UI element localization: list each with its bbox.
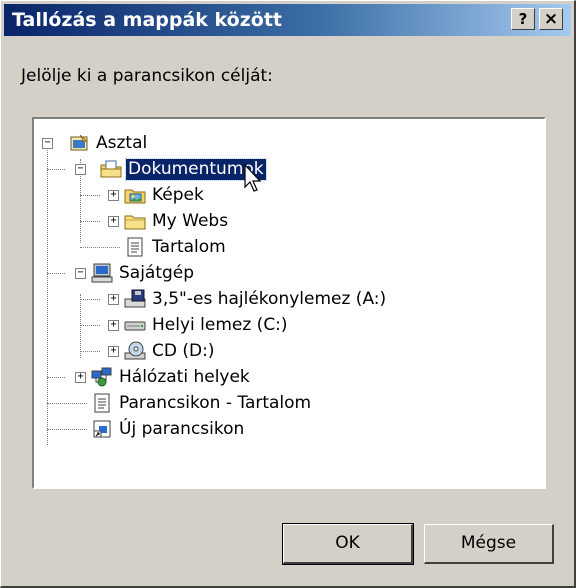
- expand-toggle-local-disk[interactable]: +: [108, 320, 119, 331]
- dialog-title: Tallózás a mappák között: [12, 9, 282, 31]
- collapse-toggle-sajatgep[interactable]: −: [75, 268, 86, 279]
- mouse-pointer-icon: [244, 164, 262, 192]
- expand-toggle-network[interactable]: +: [75, 372, 86, 383]
- collapse-toggle-dokumentumok[interactable]: −: [75, 164, 86, 175]
- hard-drive-icon: [124, 321, 146, 331]
- expand-toggle-cd[interactable]: +: [108, 346, 119, 357]
- close-button[interactable]: ×: [539, 8, 563, 30]
- tree-item-label: My Webs: [152, 211, 229, 231]
- tree-item-label: Képek: [152, 185, 204, 205]
- network-places-icon: [91, 367, 112, 387]
- tree-item-label: 3,5"-es hajlékonylemez (A:): [152, 289, 387, 309]
- floppy-drive-icon: [124, 289, 146, 308]
- tree-item-label: Parancsikon - Tartalom: [119, 393, 312, 413]
- tree-item-label: Tartalom: [152, 237, 226, 257]
- cd-drive-icon: [124, 341, 146, 360]
- document-icon: [127, 237, 143, 257]
- desktop-icon: [70, 134, 88, 151]
- folder-icon: [124, 215, 146, 230]
- document-icon: [94, 393, 110, 413]
- prompt-label: Jelölje ki a parancsikon célját:: [21, 66, 273, 86]
- folder-tree[interactable]: − − + + − + + + + Asztal Dokumentumok Ké…: [32, 117, 546, 489]
- my-computer-icon: [91, 263, 113, 283]
- tree-item-label: Sajátgép: [119, 263, 195, 283]
- tree-item-label: CD (D:): [152, 341, 215, 361]
- expand-toggle-floppy[interactable]: +: [108, 294, 119, 305]
- tree-item-label: Helyi lemez (C:): [152, 315, 288, 335]
- ok-button[interactable]: OK: [282, 523, 414, 565]
- expand-toggle-kepek[interactable]: +: [108, 190, 119, 201]
- collapse-toggle-asztal[interactable]: −: [42, 138, 53, 149]
- my-documents-folder-icon: [100, 160, 122, 178]
- tree-item-label: Új parancsikon: [119, 419, 245, 439]
- tree-item-label: Asztal: [96, 133, 148, 153]
- expand-toggle-my-webs[interactable]: +: [108, 216, 119, 227]
- browse-for-folder-dialog: Tallózás a mappák között ? × Jelölje ki …: [0, 0, 576, 588]
- pictures-folder-icon: [124, 189, 146, 204]
- tree-item-label: Hálózati helyek: [119, 367, 250, 387]
- cancel-button[interactable]: Mégse: [424, 524, 554, 564]
- help-button[interactable]: ?: [511, 8, 535, 30]
- shortcut-icon: [93, 420, 111, 438]
- title-bar[interactable]: Tallózás a mappák között ? ×: [4, 4, 571, 36]
